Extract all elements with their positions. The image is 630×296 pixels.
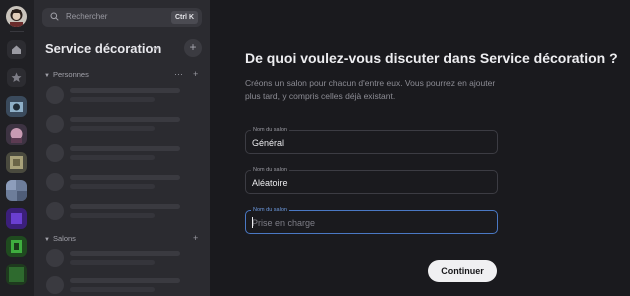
page-title: De quoi voulez-vous discuter dans Servic…	[245, 50, 618, 66]
search-icon	[50, 12, 59, 21]
field-label: Nom du salon	[251, 206, 289, 214]
continue-button[interactable]: Continuer	[428, 260, 497, 282]
star-icon[interactable]	[7, 68, 26, 87]
avatar[interactable]	[6, 6, 27, 27]
page-description: Créons un salon pour chacun d'entre eux.…	[245, 78, 496, 101]
search-input[interactable]: Rechercher Ctrl K	[42, 8, 202, 27]
app-window: Rechercher Ctrl K Service décoration + ▼…	[0, 0, 630, 296]
field-value: Général	[252, 138, 285, 148]
add-button[interactable]: +	[184, 39, 202, 57]
channel-sidebar: Rechercher Ctrl K Service décoration + ▼…	[34, 0, 210, 296]
text-caret	[252, 217, 253, 228]
server-icon-6[interactable]	[6, 236, 27, 257]
section-people-add[interactable]: +	[193, 70, 198, 79]
server-icon-2[interactable]	[6, 124, 27, 145]
field-placeholder: Prise en charge	[252, 218, 316, 228]
chevron-down-icon: ▼	[44, 237, 50, 243]
server-title[interactable]: Service décoration	[45, 41, 161, 56]
server-rail	[0, 0, 34, 296]
section-people-header[interactable]: ▼ Personnes	[44, 70, 89, 79]
search-placeholder: Rechercher	[66, 12, 108, 21]
field-label: Nom du salon	[251, 126, 289, 134]
server-icon-5[interactable]	[6, 208, 27, 229]
server-icon-1[interactable]	[6, 96, 27, 117]
section-rooms-label: Salons	[53, 234, 76, 243]
section-rooms-add[interactable]: +	[193, 234, 198, 243]
section-rooms-header[interactable]: ▼ Salons	[44, 234, 76, 243]
rail-separator	[10, 31, 24, 32]
server-icon-4[interactable]	[6, 180, 27, 201]
server-icon-7[interactable]	[6, 264, 27, 285]
chevron-down-icon[interactable]	[152, 44, 160, 52]
room-name-field-2[interactable]: Nom du salon Aléatoire	[245, 166, 498, 194]
search-shortcut: Ctrl K	[170, 11, 198, 24]
home-icon[interactable]	[7, 40, 26, 59]
field-label: Nom du salon	[251, 166, 289, 174]
room-name-field-1[interactable]: Nom du salon Général	[245, 126, 498, 154]
section-people-more[interactable]: ···	[174, 70, 183, 79]
room-name-field-3[interactable]: Nom du salon Prise en charge	[245, 206, 498, 234]
field-value: Aléatoire	[252, 178, 288, 188]
chevron-down-icon: ▼	[44, 73, 50, 79]
section-people-label: Personnes	[53, 70, 89, 79]
main-panel: De quoi voulez-vous discuter dans Servic…	[210, 0, 630, 296]
server-icon-3[interactable]	[6, 152, 27, 173]
